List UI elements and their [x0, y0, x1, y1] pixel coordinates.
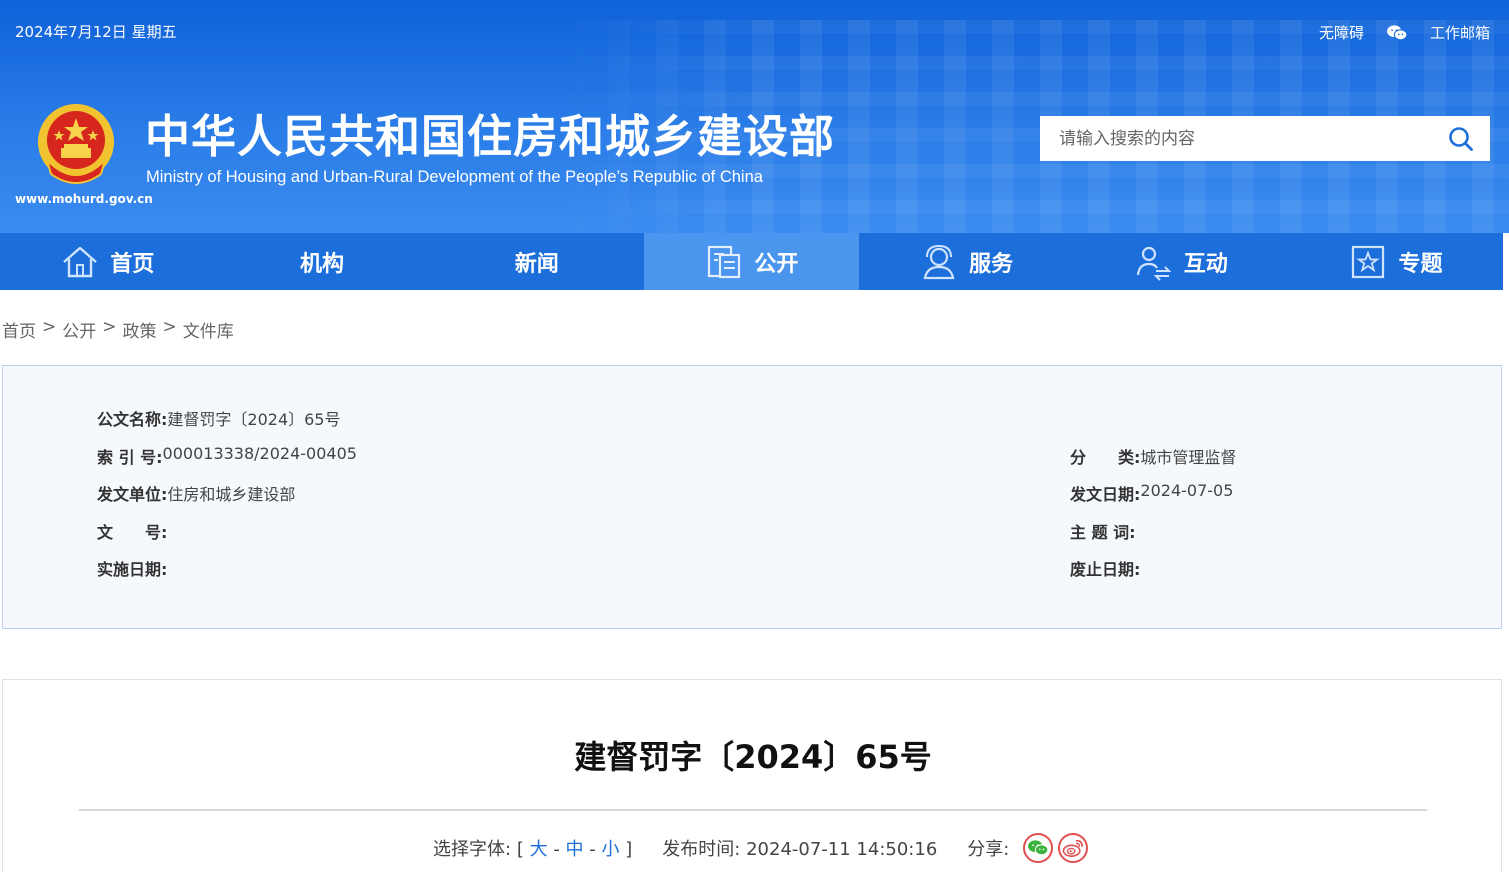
search-button[interactable] — [1432, 116, 1490, 161]
document-meta-box: 公文名称: 建督罚字〔2024〕65号 索 引 号: 000013338/202… — [2, 365, 1502, 629]
search-icon — [1449, 126, 1473, 151]
nav-label: 机构 — [300, 251, 345, 277]
home-icon — [63, 246, 98, 277]
service-icon — [923, 244, 955, 279]
nav-label: 专题 — [1398, 251, 1443, 277]
nav-item-interaction[interactable]: 互动 — [1073, 233, 1288, 290]
meta-value: 000013338/2024-00405 — [162, 444, 357, 463]
meta-category: 分 类: 城市管理监督 — [1070, 444, 1236, 468]
dash: - — [589, 839, 596, 860]
nav-label: 互动 — [1183, 251, 1228, 277]
font-small-button[interactable]: 小 — [602, 839, 620, 860]
site-subtitle: Ministry of Housing and Urban-Rural Deve… — [146, 168, 763, 186]
meta-key: 发文日期: — [1070, 485, 1141, 504]
work-mail-link[interactable]: 工作邮箱 — [1430, 22, 1490, 43]
meta-doc-name: 公文名称: 建督罚字〔2024〕65号 — [97, 406, 341, 430]
bracket-close: ] — [625, 839, 633, 860]
site-title: 中华人民共和国住房和城乡建设部 — [145, 110, 836, 163]
breadcrumb: 首页 > 公开 > 政策 > 文件库 — [2, 317, 234, 342]
meta-index: 索 引 号: 000013338/2024-00405 — [97, 444, 357, 468]
search-input[interactable] — [1040, 116, 1432, 161]
breadcrumb-policy[interactable]: 政策 — [123, 317, 157, 342]
national-emblem-icon — [38, 104, 114, 184]
font-medium-button[interactable]: 中 — [566, 839, 584, 860]
share-label: 分享: — [967, 839, 1010, 860]
meta-subject: 主 题 词: — [1070, 519, 1136, 543]
nav-item-organization[interactable]: 机构 — [215, 233, 430, 290]
meta-key: 文 号: — [97, 523, 168, 542]
breadcrumb-library[interactable]: 文件库 — [183, 317, 234, 342]
nav-label: 首页 — [110, 251, 155, 277]
publish-time-value: 2024-07-11 14:50:16 — [746, 839, 938, 860]
nav-item-news[interactable]: 新闻 — [429, 233, 644, 290]
publish-time: 发布时间: 2024-07-11 14:50:16 — [662, 835, 937, 861]
meta-expire-date: 废止日期: — [1070, 556, 1140, 580]
share-group: 分享: — [967, 833, 1089, 863]
nav-item-topics[interactable]: 专题 — [1288, 233, 1503, 290]
breadcrumb-separator: > — [162, 317, 177, 337]
font-large-button[interactable]: 大 — [530, 839, 548, 860]
dash: - — [553, 839, 560, 860]
wechat-icon — [1028, 840, 1049, 856]
meta-key: 发文单位: — [97, 485, 168, 504]
publish-time-label: 发布时间: — [662, 839, 741, 860]
meta-value: 2024-07-05 — [1140, 481, 1234, 500]
top-links: 无障碍 工作邮箱 — [1319, 22, 1490, 43]
wechat-icon[interactable] — [1386, 24, 1408, 42]
meta-doc-number: 文 号: — [97, 519, 167, 543]
nav-item-home[interactable]: 首页 — [0, 233, 215, 290]
share-wechat-button[interactable] — [1023, 833, 1054, 863]
nav-item-service[interactable]: 服务 — [859, 233, 1074, 290]
nav-label: 公开 — [754, 251, 799, 277]
meta-key: 废止日期: — [1070, 560, 1141, 579]
meta-key: 主 题 词: — [1070, 523, 1136, 542]
accessible-link[interactable]: 无障碍 — [1319, 22, 1364, 43]
header-date: 2024年7月12日 星期五 — [15, 23, 177, 41]
article-divider — [79, 809, 1427, 811]
site-header: 2024年7月12日 星期五 无障碍 工作邮箱 www.mohurd.gov.c… — [0, 0, 1509, 233]
font-size-label: 选择字体: — [433, 839, 512, 860]
nav-label: 服务 — [969, 251, 1014, 277]
article-title: 建督罚字〔2024〕65号 — [574, 738, 932, 776]
bracket-open: [ — [516, 839, 524, 860]
meta-value: 住房和城乡建设部 — [167, 485, 296, 504]
font-size-switch: 选择字体: [ 大 - 中 - 小 ] — [433, 835, 632, 861]
meta-issue-date: 发文日期: 2024-07-05 — [1070, 481, 1233, 505]
star-icon — [1352, 245, 1385, 278]
meta-value: 建督罚字〔2024〕65号 — [167, 410, 341, 429]
share-weibo-button[interactable] — [1058, 833, 1089, 863]
meta-key: 分 类: — [1070, 448, 1141, 467]
meta-key: 索 引 号: — [97, 448, 163, 467]
meta-key: 实施日期: — [97, 560, 168, 579]
article-panel: 建督罚字〔2024〕65号 选择字体: [ 大 - 中 - 小 ] 发布时间: … — [2, 679, 1502, 872]
nav-label: 新闻 — [514, 251, 559, 277]
meta-value: 城市管理监督 — [1140, 448, 1237, 467]
meta-issuer: 发文单位: 住房和城乡建设部 — [97, 481, 295, 505]
nav-item-public[interactable]: 公开 — [644, 233, 859, 290]
breadcrumb-home[interactable]: 首页 — [2, 317, 36, 342]
main-nav: 首页 机构 新闻 公开 服务 互动 专题 — [0, 233, 1503, 290]
breadcrumb-separator: > — [42, 317, 57, 337]
meta-effective-date: 实施日期: — [97, 556, 167, 580]
meta-key: 公文名称: — [97, 410, 168, 429]
breadcrumb-public[interactable]: 公开 — [62, 317, 96, 342]
weibo-icon — [1062, 839, 1084, 857]
article-info-bar: 选择字体: [ 大 - 中 - 小 ] 发布时间: 2024-07-11 14:… — [433, 833, 1089, 863]
breadcrumb-separator: > — [102, 317, 117, 337]
site-url: www.mohurd.gov.cn — [15, 192, 153, 206]
interaction-icon — [1136, 246, 1172, 281]
document-icon — [708, 245, 741, 278]
search-box — [1040, 116, 1490, 161]
